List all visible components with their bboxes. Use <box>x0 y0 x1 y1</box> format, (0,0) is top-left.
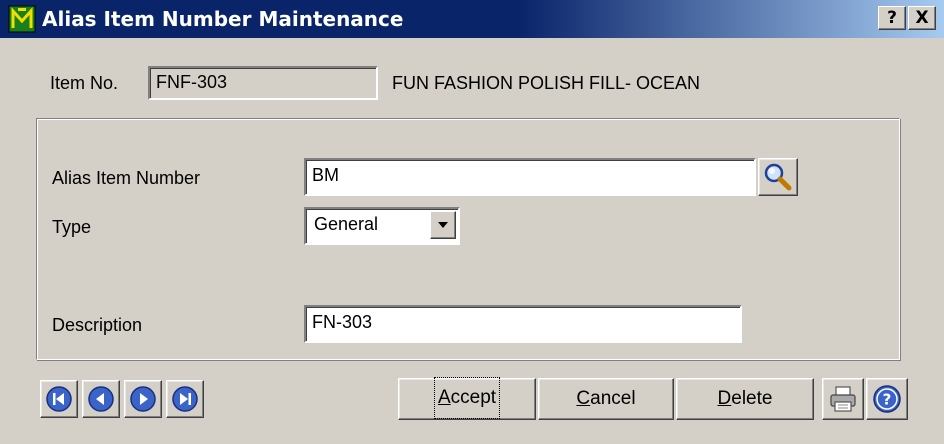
title-bar[interactable]: Alias Item Number Maintenance ? X <box>0 0 944 38</box>
svg-text:?: ? <box>883 391 892 409</box>
delete-button-label: Delete <box>717 388 773 409</box>
last-record-icon <box>172 386 198 412</box>
type-select-value: General <box>314 214 379 234</box>
last-record-button[interactable] <box>166 380 204 418</box>
cancel-button-label: Cancel <box>576 388 636 409</box>
first-record-icon <box>46 386 72 412</box>
alias-item-number-label: Alias Item Number <box>52 168 201 188</box>
next-record-button[interactable] <box>124 380 162 418</box>
previous-record-button[interactable] <box>82 380 120 418</box>
next-record-icon <box>130 386 156 412</box>
accept-button-label: Accept <box>433 377 501 419</box>
magnifier-icon <box>764 163 792 191</box>
delete-button[interactable]: Delete <box>676 378 814 420</box>
item-description-text: FUN FASHION POLISH FILL- OCEAN <box>392 73 701 93</box>
item-number-label: Item No. <box>50 73 119 93</box>
first-record-button[interactable] <box>40 380 78 418</box>
item-number-field: FNF-303 <box>148 66 378 100</box>
alias-item-number-maintenance-window: Alias Item Number Maintenance ? X Item N… <box>0 0 944 444</box>
lookup-button[interactable] <box>758 158 798 196</box>
alias-item-number-input[interactable]: BM <box>304 158 756 196</box>
description-label: Description <box>52 315 143 335</box>
app-icon <box>8 5 36 33</box>
print-button[interactable] <box>822 378 864 420</box>
close-title-button[interactable]: X <box>908 6 936 30</box>
previous-record-icon <box>88 386 114 412</box>
chevron-down-icon[interactable] <box>430 211 456 239</box>
type-select[interactable]: General <box>304 207 460 245</box>
window-title: Alias Item Number Maintenance <box>42 7 404 31</box>
printer-icon <box>830 386 856 412</box>
cancel-button[interactable]: Cancel <box>538 378 674 420</box>
help-title-button[interactable]: ? <box>878 6 906 30</box>
description-input[interactable]: FN-303 <box>304 305 742 343</box>
type-label: Type <box>52 217 92 237</box>
help-icon: ? <box>873 385 901 413</box>
accept-button[interactable]: Accept <box>398 377 536 420</box>
help-button[interactable]: ? <box>866 378 908 420</box>
